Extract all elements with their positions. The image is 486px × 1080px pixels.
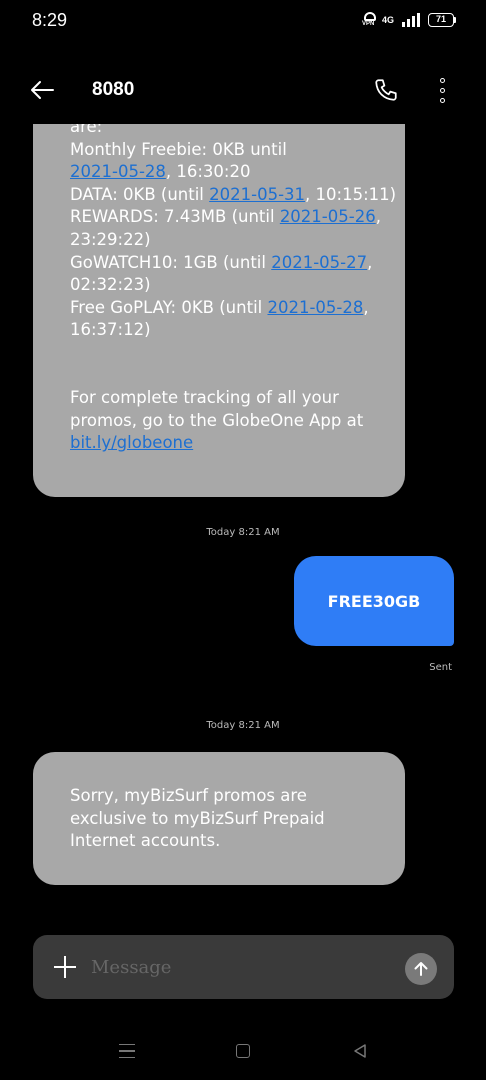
outgoing-message-bubble[interactable]: FREE30GB xyxy=(294,556,454,646)
message-link[interactable]: 2021-05-28 xyxy=(267,298,363,317)
message-text: , 16:30:20 xyxy=(165,162,251,182)
message-text: promos, go to the GlobeOne App at xyxy=(70,410,364,430)
message-line: Free GoPLAY: 0KB (until 2021-05-28, xyxy=(70,297,385,320)
conversation-header: 8080 xyxy=(0,60,486,120)
message-text: Free GoPLAY: 0KB (until xyxy=(70,297,268,317)
message-text: GoWATCH10: 1GB (until xyxy=(70,252,272,272)
message-timestamp: Today 8:21 AM xyxy=(206,720,280,731)
message-text: , xyxy=(367,252,373,272)
message-line: 02:32:23) xyxy=(70,274,385,297)
status-time: 8:29 xyxy=(32,10,68,30)
battery-level: 71 xyxy=(428,13,454,27)
call-button[interactable] xyxy=(370,74,402,106)
incoming-message-bubble[interactable]: are: Monthly Freebie: 0KB until 2021-05-28… xyxy=(33,124,405,497)
message-text: 16:37:12) xyxy=(70,320,151,340)
back-triangle-icon[interactable] xyxy=(348,1040,372,1062)
arrow-up-icon xyxy=(414,962,428,976)
message-line: 2021-05-28, 16:30:20 xyxy=(70,161,385,184)
message-line: 16:37:12) xyxy=(70,319,385,342)
message-line: For complete tracking of all your xyxy=(70,387,385,410)
message-text: , xyxy=(375,207,381,227)
message-link[interactable]: 2021-05-26 xyxy=(280,207,376,226)
message-line: DATA: 0KB (until 2021-05-31, 10:15:11) xyxy=(70,184,396,207)
arrow-left-icon xyxy=(31,81,54,99)
message-line: Sorry, myBizSurf promos are xyxy=(70,786,307,805)
more-options-button[interactable] xyxy=(430,74,454,106)
message-text: 23:29:22) xyxy=(70,229,151,249)
battery-icon: 71 xyxy=(428,13,456,27)
message-text: , xyxy=(363,297,369,317)
contact-name: 8080 xyxy=(92,79,135,100)
message-text: For complete tracking of all your xyxy=(70,387,339,407)
sent-status: Sent xyxy=(429,662,452,673)
message-text: REWARDS: 7.43MB (until xyxy=(70,207,280,227)
system-nav-bar xyxy=(0,1028,486,1072)
message-line: are: xyxy=(70,124,385,139)
message-link[interactable]: 2021-05-31 xyxy=(209,185,305,204)
message-line: Monthly Freebie: 0KB until xyxy=(70,139,385,162)
home-square-icon[interactable] xyxy=(231,1040,255,1062)
outgoing-message-text: FREE30GB xyxy=(327,591,421,611)
message-link[interactable]: 2021-05-27 xyxy=(271,253,367,272)
plus-icon[interactable] xyxy=(51,953,79,981)
message-line: exclusive to myBizSurf Prepaid xyxy=(70,808,325,828)
network-type: 4G xyxy=(382,14,395,25)
message-line: bit.ly/globeone xyxy=(70,432,385,455)
signal-icon xyxy=(402,13,420,27)
menu-icon[interactable] xyxy=(115,1040,139,1062)
message-link[interactable]: bit.ly/globeone xyxy=(70,433,193,452)
message-timestamp: Today 8:21 AM xyxy=(206,527,280,538)
message-link[interactable]: 2021-05-28 xyxy=(70,162,166,181)
message-text: , 10:15:11) xyxy=(305,184,397,204)
phone-icon xyxy=(375,79,397,101)
message-text: are: xyxy=(70,124,103,136)
message-text: Monthly Freebie: 0KB until xyxy=(70,139,287,159)
message-list[interactable]: are: Monthly Freebie: 0KB until 2021-05-28… xyxy=(0,124,486,930)
message-line: Internet accounts. xyxy=(70,831,221,851)
message-text: 02:32:23) xyxy=(70,275,151,295)
message-input[interactable] xyxy=(91,951,391,983)
message-line: REWARDS: 7.43MB (until 2021-05-26, xyxy=(70,206,385,229)
status-icons: VPN 4G 71 xyxy=(362,12,456,28)
back-button[interactable] xyxy=(24,74,60,106)
message-composer xyxy=(33,935,454,999)
incoming-message-bubble[interactable]: Sorry, myBizSurf promos are exclusive to… xyxy=(33,752,405,885)
message-line: 23:29:22) xyxy=(70,229,385,252)
message-line: GoWATCH10: 1GB (until 2021-05-27, xyxy=(70,252,385,275)
message-text: DATA: 0KB (until xyxy=(70,184,210,204)
message-line: promos, go to the GlobeOne App at xyxy=(70,410,385,433)
status-bar: 8:29 VPN 4G 71 xyxy=(0,0,486,44)
send-button[interactable] xyxy=(405,953,437,985)
vpn-icon: VPN xyxy=(362,12,378,28)
